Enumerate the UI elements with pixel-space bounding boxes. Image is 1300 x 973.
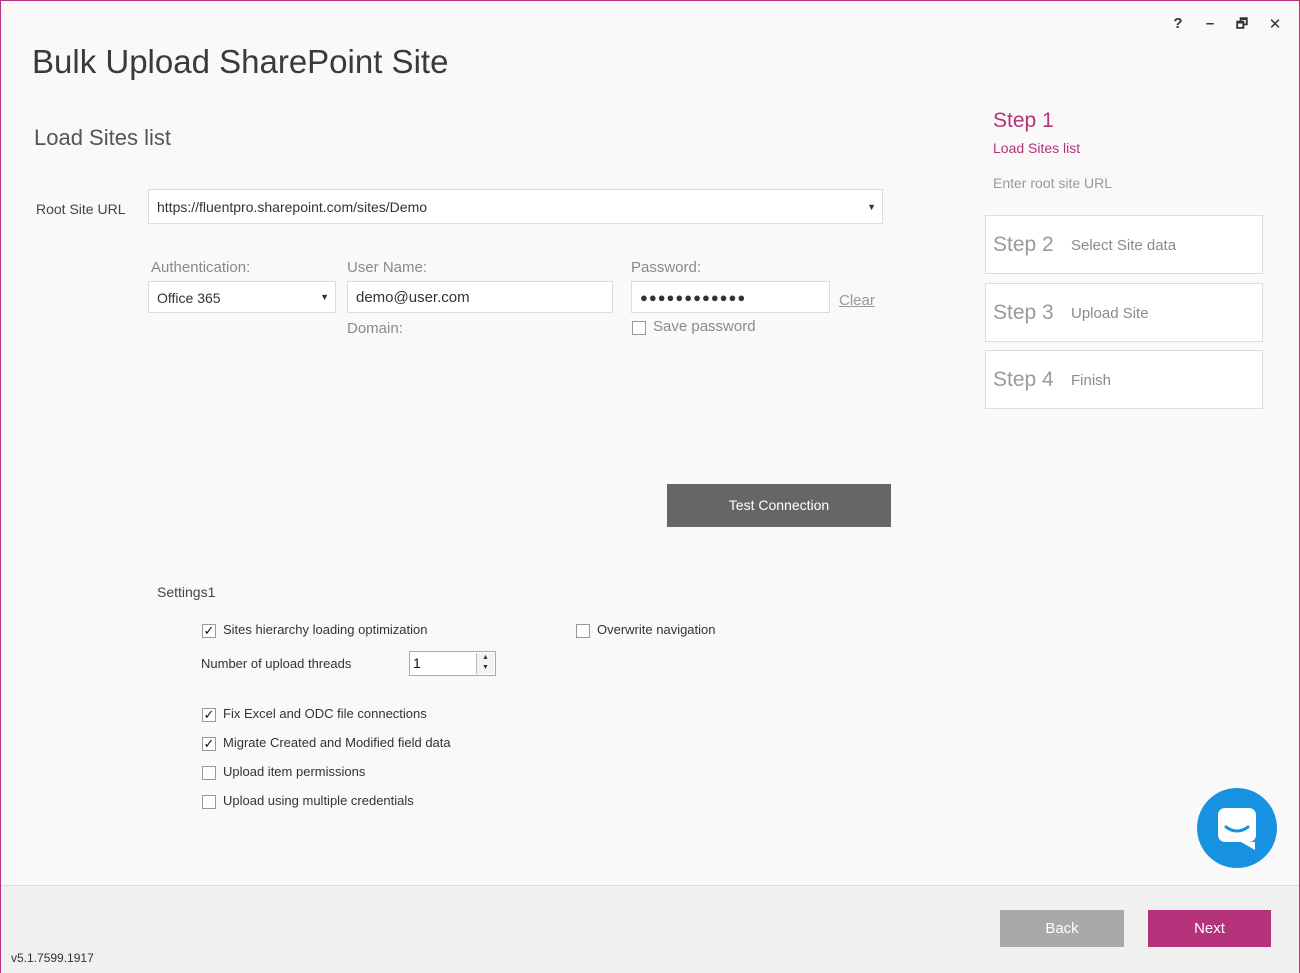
overwrite-navigation-label: Overwrite navigation: [597, 622, 716, 637]
username-field[interactable]: demo@user.com: [347, 281, 613, 313]
minimize-icon[interactable]: –: [1200, 15, 1220, 32]
authentication-select[interactable]: Office 365 ▼: [148, 281, 336, 313]
domain-label: Domain:: [347, 320, 403, 337]
step-4-number: Step 4: [993, 368, 1054, 391]
current-step-name: Load Sites list: [993, 140, 1081, 156]
chat-glyph-icon: [1218, 808, 1256, 850]
root-site-url-label: Root Site URL: [36, 201, 126, 217]
multiple-credentials-label: Upload using multiple credentials: [223, 793, 414, 808]
chevron-down-icon[interactable]: ▼: [867, 202, 876, 212]
root-site-url-value: https://fluentpro.sharepoint.com/sites/D…: [157, 199, 428, 215]
test-connection-button[interactable]: Test Connection: [667, 484, 891, 527]
chat-bubble-icon[interactable]: [1197, 788, 1277, 868]
step-3-number: Step 3: [993, 301, 1054, 324]
step-3-name: Upload Site: [1071, 305, 1149, 322]
password-field[interactable]: ●●●●●●●●●●●●: [631, 281, 830, 313]
step-3-card: Step 3 Upload Site: [985, 283, 1263, 342]
restore-icon[interactable]: 🗗: [1232, 15, 1252, 37]
step-4-name: Finish: [1071, 372, 1112, 389]
next-button[interactable]: Next: [1148, 910, 1271, 947]
multiple-credentials-checkbox[interactable]: [202, 795, 216, 809]
sites-hierarchy-label: Sites hierarchy loading optimization: [223, 622, 428, 637]
version-label: v5.1.7599.1917: [11, 951, 94, 965]
authentication-value: Office 365: [157, 290, 221, 306]
settings-title: Settings1: [157, 584, 216, 600]
upload-permissions-checkbox[interactable]: [202, 766, 216, 780]
migrate-created-checkbox[interactable]: ✓: [202, 737, 216, 751]
upload-threads-label: Number of upload threads: [201, 656, 352, 671]
migrate-created-label: Migrate Created and Modified field data: [223, 735, 451, 750]
save-password-checkbox[interactable]: [632, 321, 646, 335]
step-2-number: Step 2: [993, 233, 1054, 256]
authentication-label: Authentication:: [151, 259, 251, 276]
spinner-arrows-icon[interactable]: ▲ ▼: [476, 653, 494, 674]
current-step-number: Step 1: [993, 109, 1054, 132]
fix-excel-label: Fix Excel and ODC file connections: [223, 706, 427, 721]
overwrite-navigation-checkbox[interactable]: [576, 624, 590, 638]
step-2-name: Select Site data: [1071, 237, 1177, 254]
current-step-hint: Enter root site URL: [993, 175, 1113, 191]
password-value: ●●●●●●●●●●●●: [640, 290, 747, 305]
chevron-down-icon[interactable]: ▼: [320, 292, 329, 302]
help-icon[interactable]: ?: [1168, 15, 1188, 32]
save-password-label: Save password: [653, 318, 756, 335]
step-4-card: Step 4 Finish: [985, 350, 1263, 409]
upload-permissions-label: Upload item permissions: [223, 764, 366, 779]
password-label: Password:: [631, 259, 702, 276]
root-site-url-combo[interactable]: https://fluentpro.sharepoint.com/sites/D…: [148, 189, 883, 224]
clear-link[interactable]: Clear: [839, 292, 875, 309]
username-value: demo@user.com: [356, 289, 470, 306]
upload-threads-stepper[interactable]: 1 ▲ ▼: [409, 651, 496, 676]
sites-hierarchy-checkbox[interactable]: ✓: [202, 624, 216, 638]
step-2-card: Step 2 Select Site data: [985, 215, 1263, 274]
section-title: Load Sites list: [34, 125, 171, 150]
close-icon[interactable]: ✕: [1265, 15, 1285, 33]
app-window: ? – 🗗 ✕ Bulk Upload SharePoint Site Load…: [0, 0, 1300, 973]
username-label: User Name:: [347, 259, 428, 276]
fix-excel-checkbox[interactable]: ✓: [202, 708, 216, 722]
upload-threads-value: 1: [413, 655, 421, 671]
page-title: Bulk Upload SharePoint Site: [32, 43, 449, 80]
back-button[interactable]: Back: [1000, 910, 1124, 947]
